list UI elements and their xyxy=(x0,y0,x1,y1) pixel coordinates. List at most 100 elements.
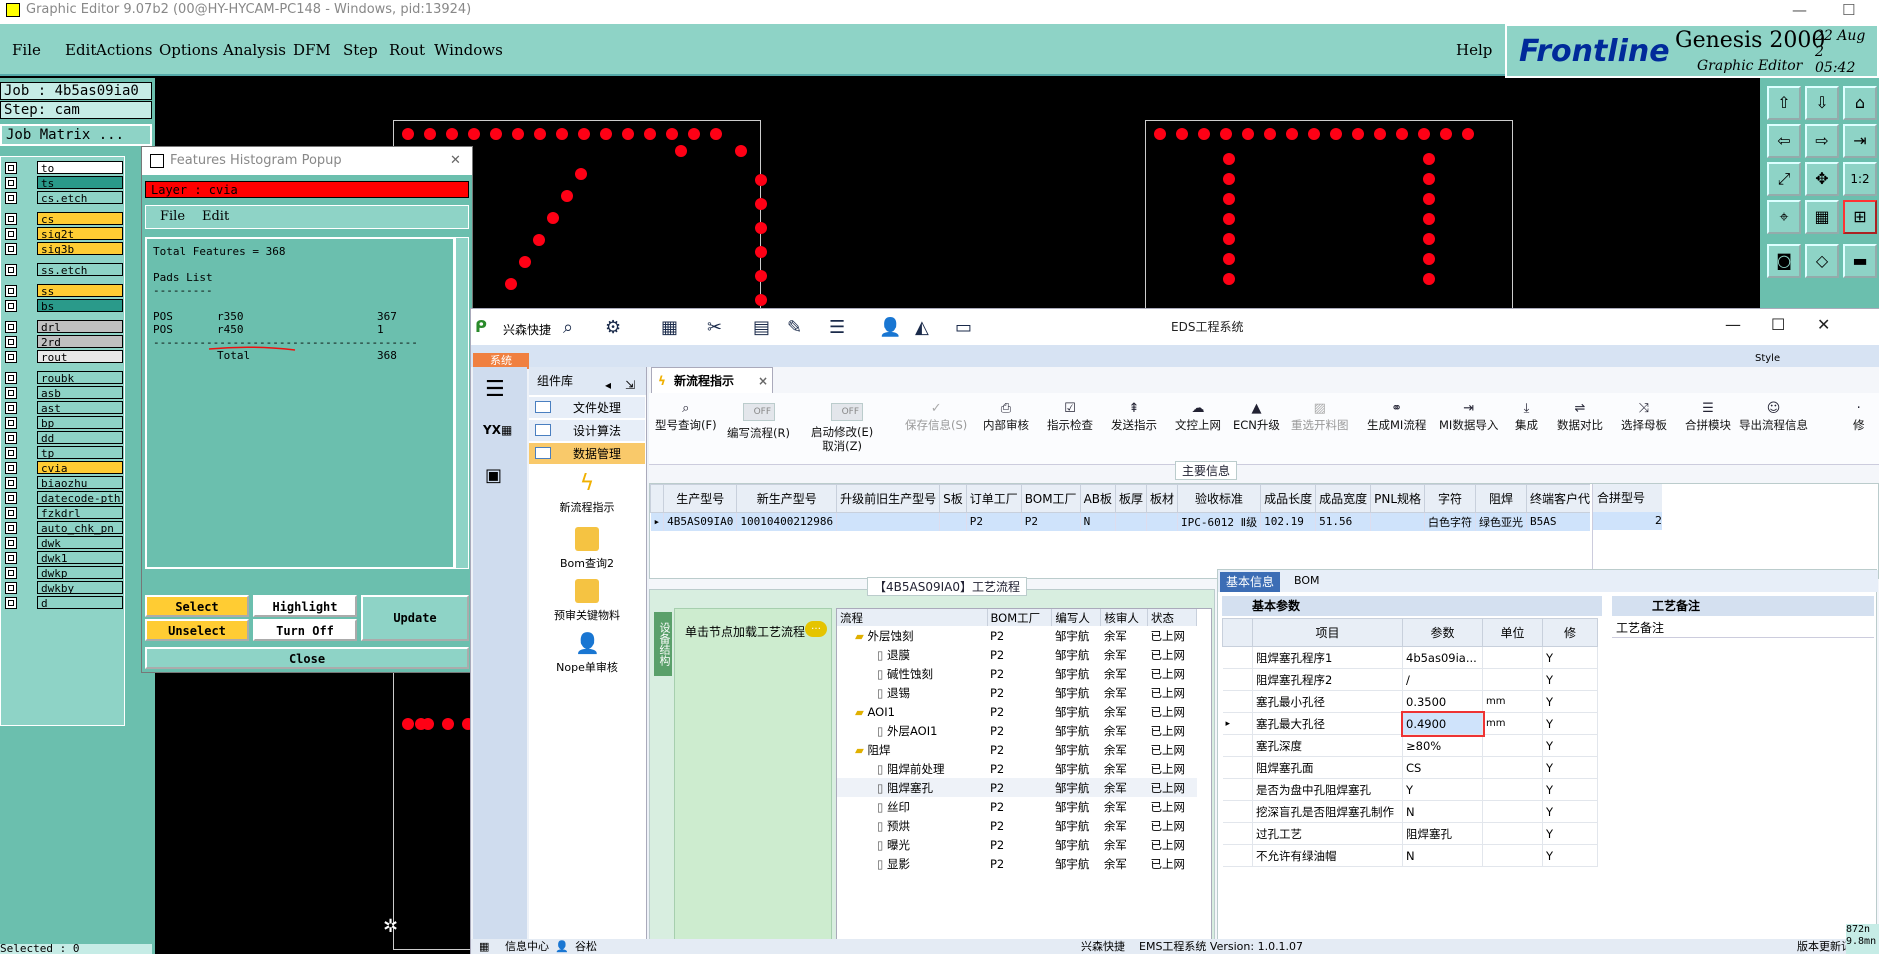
layer-row[interactable]: roubk xyxy=(5,371,125,385)
layer-name[interactable]: cs.etch xyxy=(37,191,123,205)
table-row[interactable]: ▸ 4B5AS09IA0 10010400212986 P2 P2 N IPC-… xyxy=(650,512,1590,531)
layer-name[interactable]: ast xyxy=(37,401,123,415)
tab-bom[interactable]: BOM xyxy=(1294,574,1320,587)
param-row[interactable]: 塞孔深度 ≥80% Y xyxy=(1222,734,1598,757)
ribbon-btn-11[interactable]: ☰ 合拼模块 xyxy=(1685,401,1731,433)
gear-icon[interactable]: ⚙ xyxy=(605,317,621,338)
layer-checkbox[interactable] xyxy=(5,351,17,363)
layer-name[interactable]: rout xyxy=(37,350,123,364)
layer-row[interactable]: tp xyxy=(5,446,125,460)
menu-help[interactable]: Help xyxy=(1456,41,1492,59)
layer-row[interactable]: rout xyxy=(5,350,125,364)
param-row[interactable]: 阻焊塞孔面 CS Y xyxy=(1222,756,1598,779)
layer-checkbox[interactable] xyxy=(5,417,17,429)
tool-down-icon[interactable]: ⇩ xyxy=(1805,86,1839,120)
tree-row[interactable]: ▰ 外层蚀刻 P2 邹宇航 余军 已上网 xyxy=(837,626,1197,645)
grid-cell[interactable]: P2 xyxy=(1021,512,1081,531)
menu-analysis[interactable]: Analysis xyxy=(223,41,286,59)
grid-col-header[interactable]: 生产型号 xyxy=(663,484,738,513)
layer-row[interactable]: bs xyxy=(5,299,125,313)
layer-checkbox[interactable] xyxy=(5,213,17,225)
layer-name[interactable]: auto_chk_pn xyxy=(37,521,123,535)
maximize-icon[interactable]: ☐ xyxy=(1842,0,1855,20)
param-value[interactable]: ≥80% xyxy=(1402,734,1483,757)
equipment-tab[interactable]: 设备结构 xyxy=(654,612,672,676)
layer-checkbox[interactable] xyxy=(5,285,17,297)
layer-checkbox[interactable] xyxy=(5,522,17,534)
layer-checkbox[interactable] xyxy=(5,597,17,609)
ribbon-btn-4[interactable]: ▲ ECN升级 xyxy=(1233,401,1280,433)
menu-file[interactable]: File xyxy=(12,41,41,59)
grid-col-header[interactable]: 成品宽度 xyxy=(1315,484,1372,513)
close-button[interactable]: Close xyxy=(145,647,469,669)
layer-name[interactable]: dd xyxy=(37,431,123,445)
scrollbar-vertical[interactable] xyxy=(455,237,469,569)
param-col-header[interactable]: 参数 xyxy=(1402,618,1483,647)
grid-col-header[interactable]: 订单工厂 xyxy=(965,484,1022,513)
layer-checkbox[interactable] xyxy=(5,477,17,489)
menu-step[interactable]: Step xyxy=(343,41,378,59)
layer-row[interactable]: cs xyxy=(5,212,125,226)
layer-name[interactable]: roubk xyxy=(37,371,123,385)
search-icon[interactable]: ⌕ xyxy=(563,317,573,338)
grid-col-header[interactable]: S板 xyxy=(939,484,967,513)
ribbon-btn-9[interactable]: ⇌ 数据对比 xyxy=(1557,401,1603,433)
grid-col-header[interactable]: 新生产型号 xyxy=(736,484,838,513)
grid-cell[interactable]: 4B5AS09IA0 xyxy=(663,512,738,531)
edit-flow-toggle[interactable]: OFF xyxy=(743,403,775,421)
grid-col-header[interactable]: 板厚 xyxy=(1115,484,1148,513)
param-value[interactable]: CS xyxy=(1402,756,1483,779)
tree-row[interactable]: ▯ 碱性蚀刻 P2 邹宇航 余军 已上网 xyxy=(837,664,1197,683)
layer-checkbox[interactable] xyxy=(5,300,17,312)
menu-actions[interactable]: Actions xyxy=(96,41,152,59)
layer-name[interactable]: ss.etch xyxy=(37,263,123,277)
layer-checkbox[interactable] xyxy=(5,537,17,549)
layer-name[interactable]: dwkp xyxy=(37,566,123,580)
grid-col-header[interactable]: AB板 xyxy=(1079,484,1117,513)
tree-row[interactable]: ▯ 阻焊塞孔 P2 邹宇航 余军 已上网 xyxy=(837,778,1197,797)
user-icon[interactable]: 👤 xyxy=(879,317,901,338)
layer-checkbox[interactable] xyxy=(5,336,17,348)
layer-name[interactable]: biaozhu xyxy=(37,476,123,490)
prereview-button[interactable]: 预审关键物料 xyxy=(529,579,645,623)
tool-home-icon[interactable]: ⌂ xyxy=(1843,86,1877,120)
grid-cell[interactable]: 102.19 xyxy=(1260,512,1317,531)
param-value[interactable]: 阻焊塞孔 xyxy=(1402,822,1483,845)
tool-zoom-icon[interactable]: ✥ xyxy=(1805,162,1839,196)
ribbon-btn-2[interactable]: ⇞ 发送指示 xyxy=(1111,401,1157,433)
grid-col-header[interactable]: 验收标准 xyxy=(1177,484,1262,513)
layer-checkbox[interactable] xyxy=(5,402,17,414)
tool-up-icon[interactable]: ⇧ xyxy=(1767,86,1801,120)
param-value[interactable]: Y xyxy=(1402,778,1483,801)
layer-row[interactable]: d xyxy=(5,596,125,610)
layer-row[interactable]: biaozhu xyxy=(5,476,125,490)
tab-basic-info[interactable]: 基本信息 xyxy=(1220,572,1280,592)
menu-edit[interactable]: Edit xyxy=(65,41,96,59)
param-value[interactable]: 0.3500 xyxy=(1402,690,1483,713)
grid-cell[interactable] xyxy=(836,512,941,531)
layer-row[interactable]: auto_chk_pn xyxy=(5,521,125,535)
nav-item-file[interactable]: 文件处理 xyxy=(529,397,645,419)
param-row[interactable]: 不允许有绿油帽 N Y xyxy=(1222,844,1598,867)
close-icon[interactable]: × xyxy=(758,368,768,394)
layer-row[interactable]: sig2t xyxy=(5,227,125,241)
grid-cell[interactable]: 10010400212986 xyxy=(736,512,838,531)
param-value[interactable]: N xyxy=(1402,800,1483,823)
layer-checkbox[interactable] xyxy=(5,567,17,579)
grid-cell[interactable]: 51.56 xyxy=(1315,512,1372,531)
grid-cell[interactable] xyxy=(939,512,967,531)
tab-new-flow[interactable]: ϟ 新流程指示 × xyxy=(651,367,773,393)
layer-name[interactable]: 2rd xyxy=(37,335,123,349)
unselect-button[interactable]: Unselect xyxy=(145,619,249,641)
layer-row[interactable]: cs.etch xyxy=(5,191,125,205)
tree-row[interactable]: ▯ 丝印 P2 邹宇航 余军 已上网 xyxy=(837,797,1197,816)
param-col-header[interactable]: 项目 xyxy=(1252,618,1403,647)
grid-cell[interactable] xyxy=(1370,512,1426,531)
layer-row[interactable]: dd xyxy=(5,431,125,445)
layer-name[interactable]: dwkby xyxy=(37,581,123,595)
layer-name[interactable]: ts xyxy=(37,176,123,190)
tree-col-header[interactable]: 状态 xyxy=(1147,609,1198,626)
tree-row[interactable]: ▰ 阻焊 P2 邹宇航 余军 已上网 xyxy=(837,740,1197,759)
grid-col-header[interactable]: 终端客户代码 xyxy=(1526,484,1590,513)
param-value[interactable]: 4b5as09ia... xyxy=(1402,646,1483,669)
